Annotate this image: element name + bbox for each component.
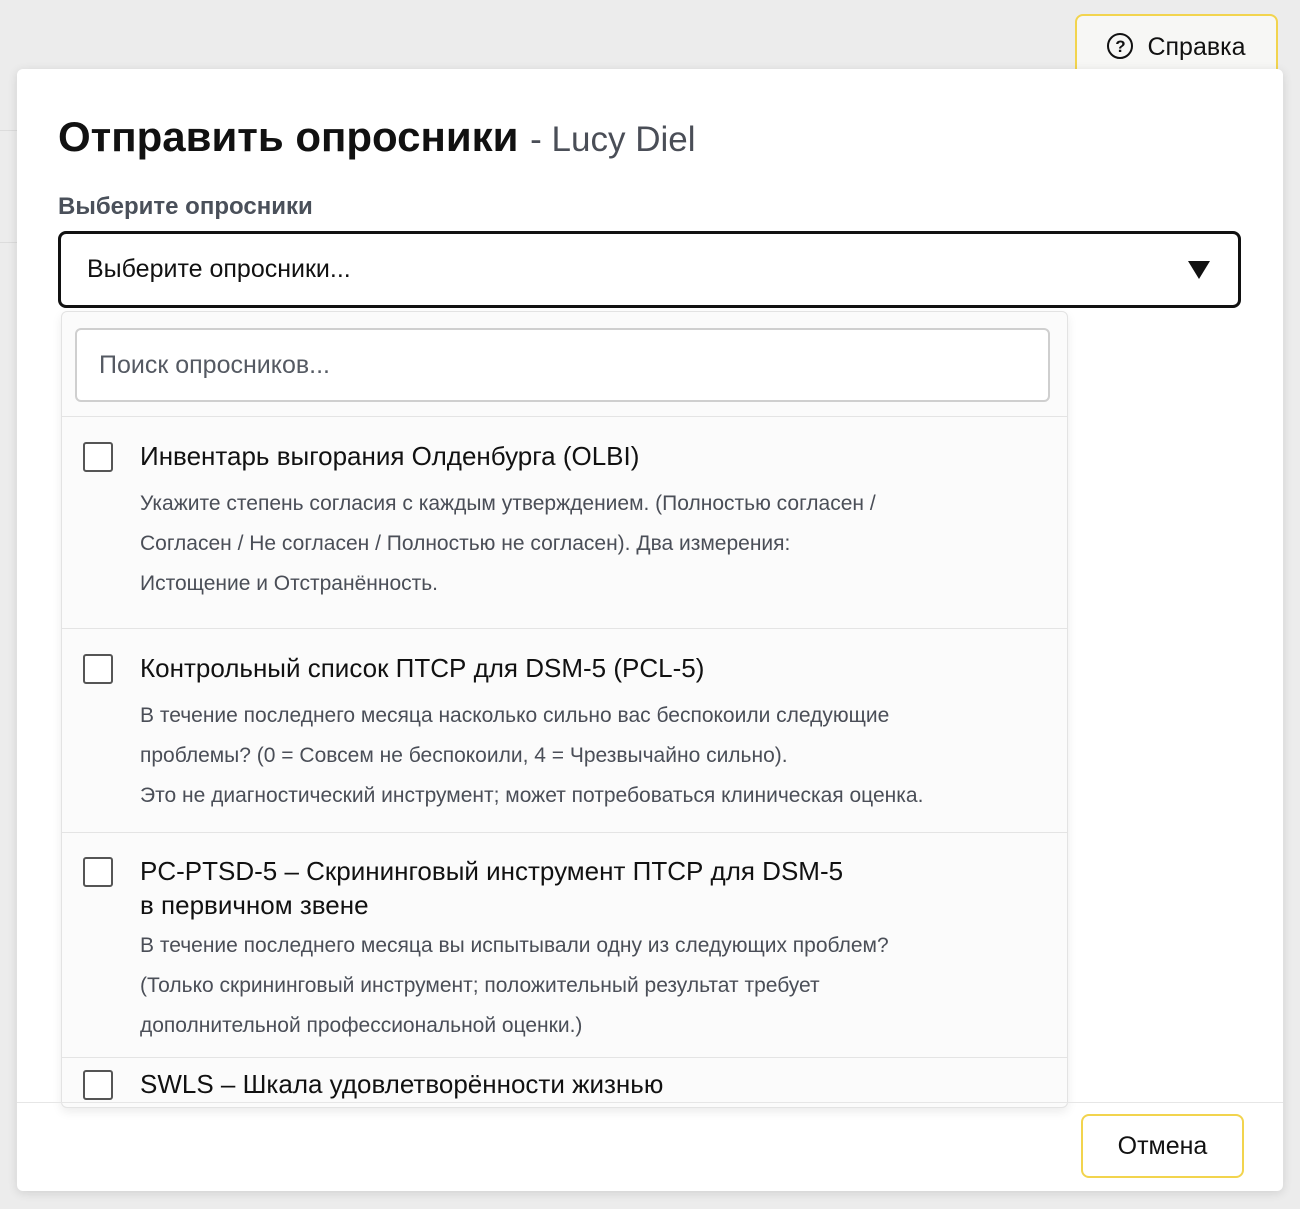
list-item[interactable]: PC-PTSD-5 – Скрининговый инструмент ПТСР…	[62, 832, 1067, 1057]
send-questionnaires-dialog: Отправить опросники - Lucy Diel Выберите…	[17, 69, 1283, 1191]
item-description-line: дополнительной профессиональной оценки.)	[140, 1014, 583, 1037]
select-label: Выберите опросники	[58, 193, 313, 220]
item-description-line: В течение последнего месяца насколько си…	[140, 704, 890, 727]
select-value: Выберите опросники...	[87, 255, 351, 283]
item-title: Контрольный список ПТСР для DSM-5 (PCL-5…	[140, 653, 705, 683]
footer-divider	[17, 1102, 1283, 1103]
search-input[interactable]	[75, 328, 1050, 402]
questionnaire-select[interactable]: Выберите опросники...	[58, 231, 1241, 308]
item-checkbox[interactable]	[83, 857, 113, 887]
item-checkbox[interactable]	[83, 1070, 113, 1100]
item-title: PC-PTSD-5 – Скрининговый инструмент ПТСР…	[140, 854, 1020, 922]
help-label: Справка	[1147, 33, 1246, 61]
item-title: SWLS – Шкала удовлетворённости жизнью	[140, 1069, 664, 1099]
question-circle-icon: ?	[1107, 33, 1134, 59]
dialog-subtitle: - Lucy Diel	[530, 120, 696, 159]
dialog-title-text: Отправить опросники	[58, 113, 519, 160]
item-title: Инвентарь выгорания Олденбурга (OLBI)	[140, 441, 640, 471]
item-description-line: Истощение и Отстранённость.	[140, 572, 439, 595]
item-description: В течение последнего месяца насколько си…	[140, 696, 1020, 816]
cancel-button[interactable]: Отмена	[1081, 1114, 1244, 1178]
item-checkbox[interactable]	[83, 654, 113, 684]
list-item[interactable]: Контрольный список ПТСР для DSM-5 (PCL-5…	[62, 628, 1067, 832]
item-checkbox[interactable]	[83, 442, 113, 472]
list-item[interactable]: Инвентарь выгорания Олденбурга (OLBI) Ук…	[62, 416, 1067, 628]
item-title-line: в первичном звене	[140, 890, 369, 920]
backdrop-divider	[0, 130, 17, 131]
item-description-line: проблемы? (0 = Совсем не беспокоили, 4 =…	[140, 744, 788, 767]
backdrop-divider	[0, 242, 17, 243]
item-description: В течение последнего месяца вы испытывал…	[140, 926, 1020, 1046]
item-description-line: Согласен / Не согласен / Полностью не со…	[140, 532, 791, 555]
item-description-line: Это не диагностический инструмент; может…	[140, 784, 924, 807]
item-description-line: (Только скрининговый инструмент; положит…	[140, 974, 820, 997]
list-item[interactable]: SWLS – Шкала удовлетворённости жизнью	[62, 1057, 1067, 1107]
caret-down-icon	[1188, 260, 1210, 279]
item-description: Укажите степень согласия с каждым утверж…	[140, 484, 1020, 604]
dialog-title: Отправить опросники - Lucy Diel	[58, 113, 695, 161]
item-title-line: PC-PTSD-5 – Скрининговый инструмент ПТСР…	[140, 856, 844, 886]
item-description-line: В течение последнего месяца вы испытывал…	[140, 934, 889, 957]
item-description-line: Укажите степень согласия с каждым утверж…	[140, 492, 876, 515]
questionnaire-list: Инвентарь выгорания Олденбурга (OLBI) Ук…	[62, 416, 1067, 1107]
questionnaire-dropdown: Инвентарь выгорания Олденбурга (OLBI) Ук…	[61, 311, 1068, 1108]
